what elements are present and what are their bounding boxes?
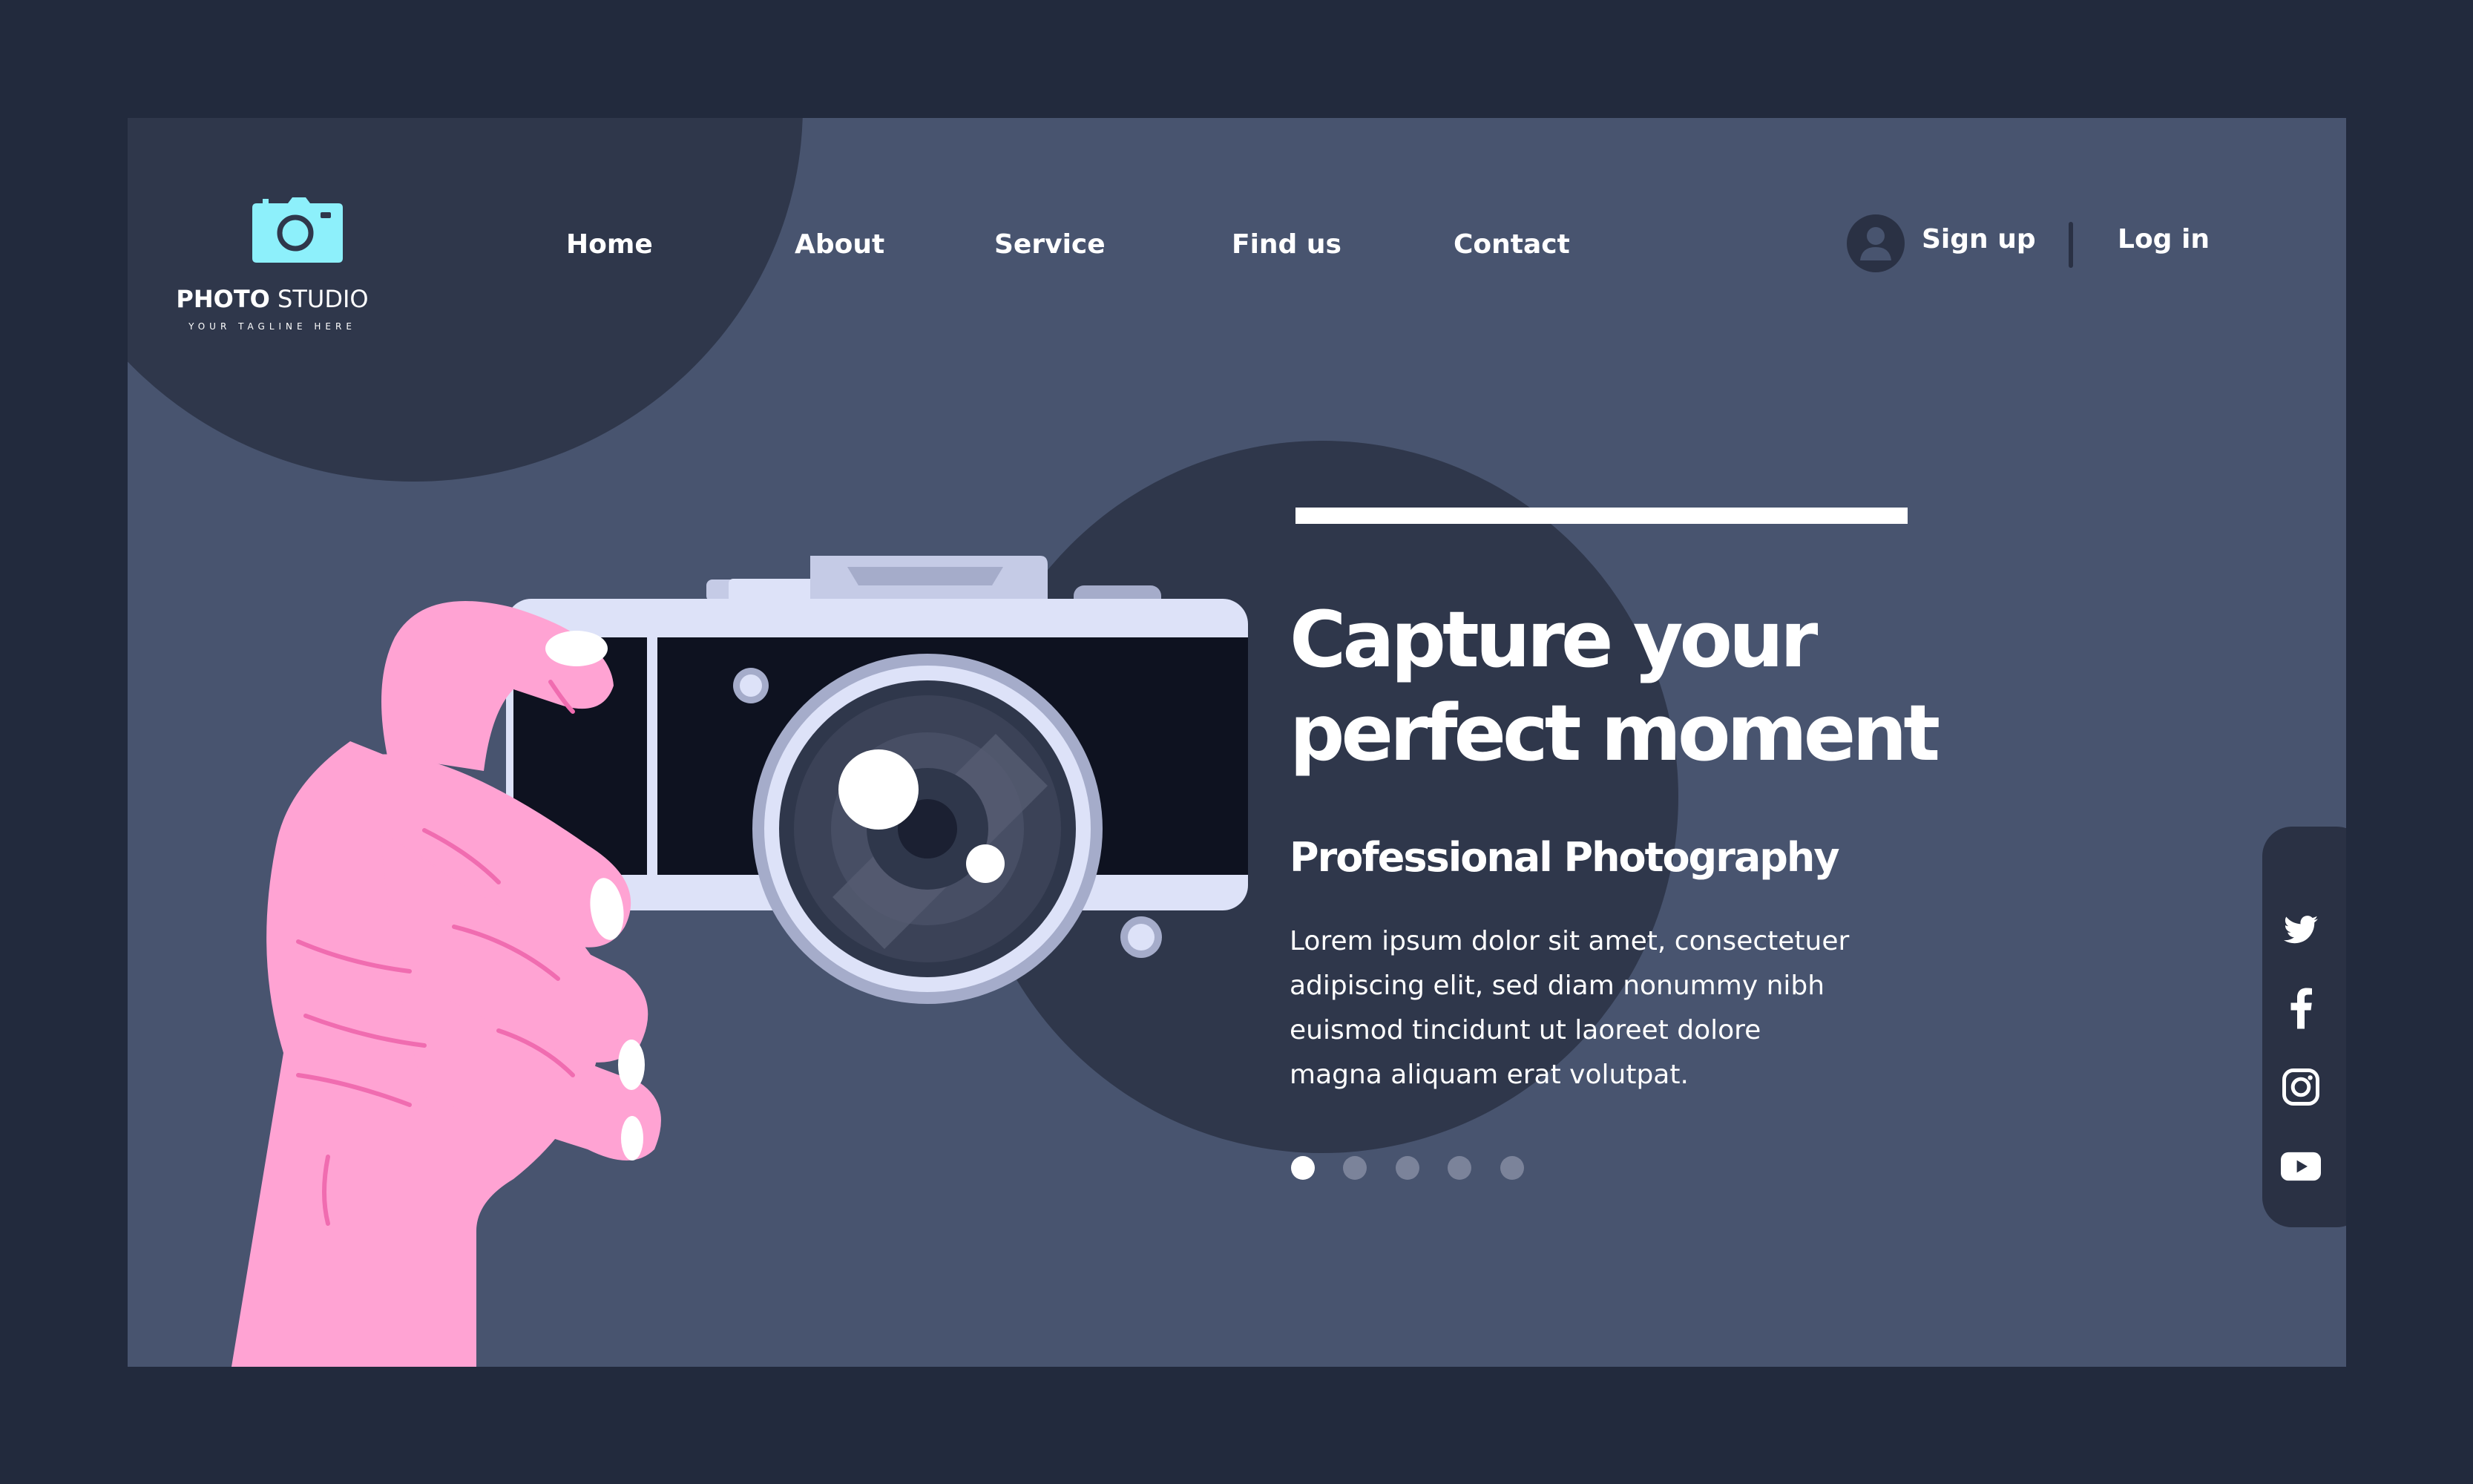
- hero-subtitle: Professional Photography: [1290, 834, 1840, 881]
- hero-title-line: perfect moment: [1290, 688, 1940, 778]
- hero-accent-bar: [1295, 508, 1908, 524]
- login-link[interactable]: Log in: [2118, 224, 2210, 255]
- carousel-dot-3[interactable]: [1396, 1156, 1419, 1180]
- carousel-dot-5[interactable]: [1500, 1156, 1524, 1180]
- signup-link[interactable]: Sign up: [1922, 224, 2036, 255]
- carousel-dot-1[interactable]: [1291, 1156, 1315, 1180]
- hero-title-line: Capture your: [1290, 594, 1818, 685]
- hero-description: Lorem ipsum dolor sit amet, consectetuer…: [1290, 926, 1850, 1090]
- landing-page: PHOTO STUDIO YOUR TAGLINE HERE Home Abou…: [128, 118, 2346, 1367]
- auth-divider: [2069, 222, 2073, 268]
- hero-title: Capture your perfect moment: [1290, 593, 2032, 780]
- twitter-icon[interactable]: [2277, 906, 2325, 953]
- carousel-dot-2[interactable]: [1343, 1156, 1367, 1180]
- user-avatar-icon[interactable]: [1847, 214, 1905, 272]
- nav-contact[interactable]: Contact: [1454, 229, 1570, 260]
- youtube-icon[interactable]: [2277, 1143, 2325, 1190]
- carousel-dot-4[interactable]: [1448, 1156, 1471, 1180]
- facebook-icon[interactable]: [2277, 985, 2325, 1032]
- instagram-icon[interactable]: [2277, 1063, 2325, 1111]
- hand-camera-illustration: [231, 556, 1248, 1367]
